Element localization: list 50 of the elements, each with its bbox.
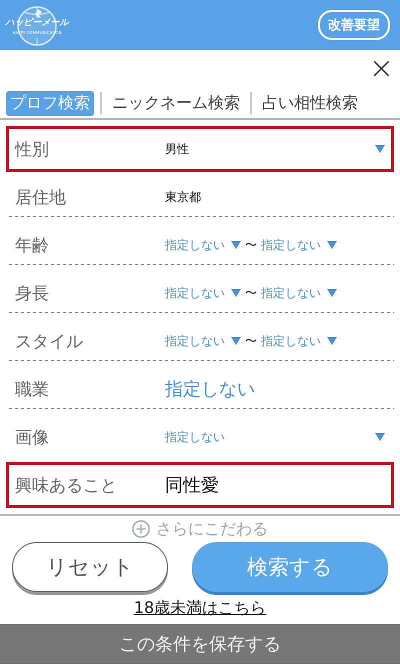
- select-link[interactable]: 指定しない: [165, 377, 255, 401]
- select-field[interactable]: 東京都: [165, 186, 385, 208]
- field-value: 男性: [165, 140, 189, 158]
- feedback-button[interactable]: 改善要望: [318, 10, 390, 40]
- dropdown-icon: [327, 289, 337, 297]
- field-placeholder: 指定しない: [165, 284, 225, 302]
- field-label: 性別: [15, 138, 50, 160]
- field-placeholder: 指定しない: [165, 236, 225, 254]
- field-value: 東京都: [165, 188, 201, 206]
- dropdown-icon: [231, 337, 241, 345]
- range-separator: 〜: [245, 284, 257, 302]
- more-options-link[interactable]: さらにこだわる: [156, 518, 268, 540]
- field-label: 興味あること: [15, 474, 118, 496]
- field-placeholder: 指定しない: [165, 428, 225, 446]
- select-field[interactable]: 指定しない: [165, 236, 241, 254]
- select-field[interactable]: 指定しない: [165, 426, 385, 448]
- tab[interactable]: プロフ検索: [6, 90, 94, 116]
- select-field[interactable]: 男性: [165, 138, 385, 160]
- dropdown-icon: [327, 337, 337, 345]
- save-conditions-button[interactable]: この条件を保存する: [0, 624, 400, 664]
- range-separator: 〜: [245, 236, 257, 254]
- tab[interactable]: ニックネーム検索: [108, 90, 244, 116]
- select-field[interactable]: 指定しない: [261, 332, 337, 350]
- select-field[interactable]: 指定しない: [165, 284, 241, 302]
- field-label: 居住地: [15, 186, 67, 208]
- field-placeholder: 指定しない: [261, 236, 321, 254]
- dropdown-icon: [327, 241, 337, 249]
- field-label: 職業: [15, 378, 50, 400]
- field-placeholder: 指定しない: [165, 332, 225, 350]
- close-button[interactable]: ×: [368, 54, 394, 84]
- field-label: 画像: [15, 426, 50, 448]
- field-label: スタイル: [15, 330, 84, 352]
- plus-icon: [132, 520, 150, 538]
- select-field[interactable]: 指定しない: [261, 236, 337, 254]
- field-value[interactable]: 同性愛: [165, 473, 219, 497]
- select-field[interactable]: 指定しない: [165, 332, 241, 350]
- tab[interactable]: 占い相性検索: [258, 90, 362, 116]
- reset-button[interactable]: リセット: [12, 542, 168, 592]
- dropdown-icon: [231, 289, 241, 297]
- field-placeholder: 指定しない: [261, 284, 321, 302]
- under-18-link[interactable]: 18歳未満はこちら: [134, 598, 266, 617]
- select-field[interactable]: 指定しない: [261, 284, 337, 302]
- search-button[interactable]: 検索する: [192, 542, 388, 592]
- dropdown-icon: [375, 145, 385, 153]
- field-label: 身長: [15, 282, 50, 304]
- range-separator: 〜: [245, 332, 257, 350]
- field-placeholder: 指定しない: [261, 332, 321, 350]
- field-label: 年齢: [15, 234, 50, 256]
- dropdown-icon: [231, 241, 241, 249]
- dropdown-icon: [375, 433, 385, 441]
